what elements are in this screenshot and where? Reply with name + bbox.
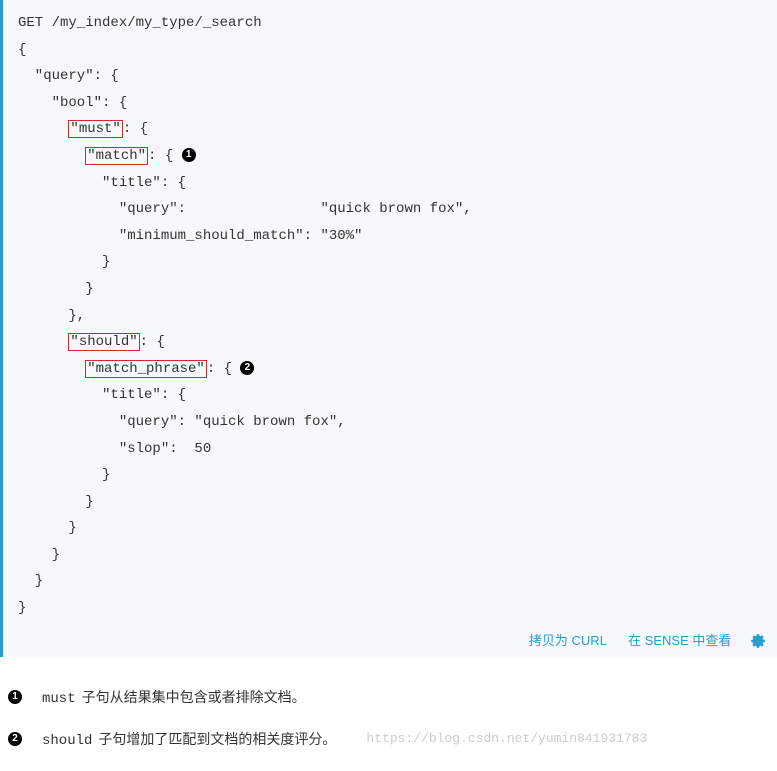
code-line [18, 148, 85, 164]
code-line [18, 361, 85, 377]
code-content: GET /my_index/my_type/_search { "query":… [18, 10, 762, 622]
gear-icon[interactable] [751, 634, 765, 648]
code-toolbar: 拷贝为 CURL 在 SENSE 中查看 [511, 630, 765, 649]
code-line: } [18, 254, 110, 270]
code-line: "minimum_should_match": "30%" [18, 228, 362, 244]
highlight-match: "match" [85, 147, 148, 165]
code-line: "title": { [18, 387, 186, 403]
callout-2-icon[interactable]: 2 [240, 361, 254, 375]
watermark: https://blog.csdn.net/yumin841931783 [366, 731, 647, 746]
callout-1-text: must子句从结果集中包含或者排除文档。 [42, 687, 306, 707]
copy-curl-link[interactable]: 拷贝为 CURL [529, 633, 607, 648]
code-line: { [18, 42, 26, 58]
code-line: } [18, 573, 43, 589]
callout-1-ref-icon: 1 [8, 690, 22, 704]
callout-list: 1 must子句从结果集中包含或者排除文档。 2 should子句增加了匹配到文… [0, 687, 777, 749]
callout-2-ref-icon: 2 [8, 732, 22, 746]
highlight-match-phrase: "match_phrase" [85, 360, 207, 378]
code-line: } [18, 520, 77, 536]
code-line: "query": "quick brown fox", [18, 414, 346, 430]
code-line: "query": { [18, 68, 119, 84]
code-line: } [18, 494, 94, 510]
code-line: } [18, 281, 94, 297]
callout-item-1: 1 must子句从结果集中包含或者排除文档。 [8, 687, 769, 707]
highlight-must: "must" [68, 120, 122, 138]
code-line: } [18, 547, 60, 563]
callout-2-text: should子句增加了匹配到文档的相关度评分。 [42, 729, 336, 749]
code-line: }, [18, 308, 85, 324]
code-line [18, 334, 68, 350]
highlight-should: "should" [68, 333, 139, 351]
view-sense-link[interactable]: 在 SENSE 中查看 [628, 633, 731, 648]
code-line: "bool": { [18, 95, 127, 111]
code-line: "title": { [18, 175, 186, 191]
callout-item-2: 2 should子句增加了匹配到文档的相关度评分。 https://blog.c… [8, 729, 769, 749]
code-block: GET /my_index/my_type/_search { "query":… [0, 0, 777, 657]
code-line: "query": "quick brown fox", [18, 201, 472, 217]
callout-1-icon[interactable]: 1 [182, 148, 196, 162]
code-line: } [18, 467, 110, 483]
code-line: } [18, 600, 26, 616]
code-line: GET /my_index/my_type/_search [18, 15, 262, 31]
code-line [18, 121, 68, 137]
code-line: "slop": 50 [18, 441, 211, 457]
